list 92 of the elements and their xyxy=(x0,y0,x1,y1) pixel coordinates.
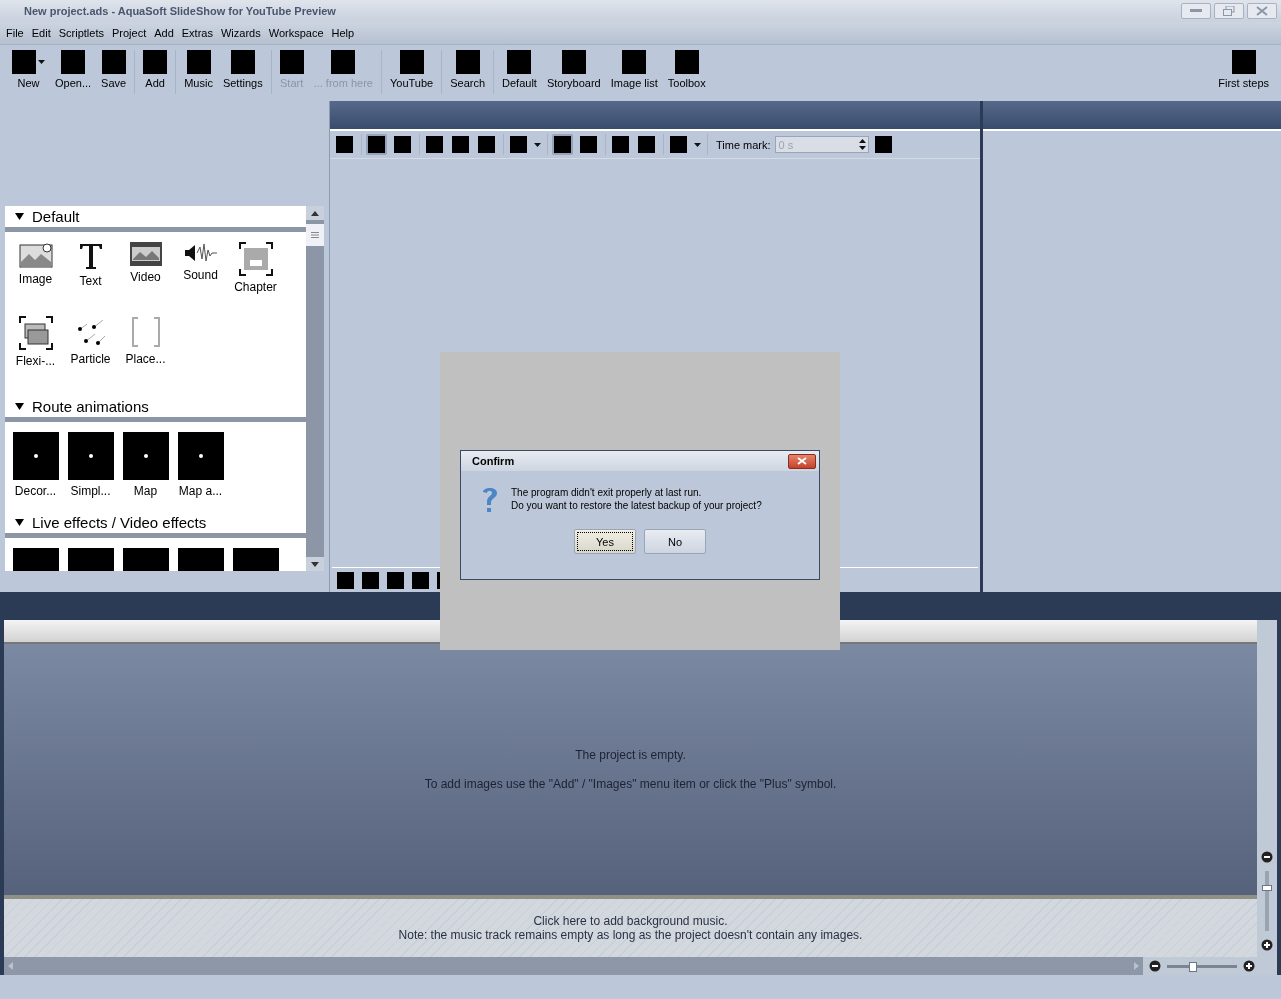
toolbar-button[interactable] xyxy=(410,569,431,591)
toolbar-button[interactable] xyxy=(424,134,445,155)
scroll-down-icon[interactable] xyxy=(311,561,319,567)
toolbar-button[interactable] xyxy=(366,134,387,155)
toolbar-button[interactable]: Default xyxy=(498,50,541,94)
toolbar-button[interactable] xyxy=(872,134,894,155)
section-header[interactable]: Route animations xyxy=(5,396,306,422)
toolbar-button[interactable] xyxy=(508,134,529,155)
section-header[interactable]: Live effects / Video effects xyxy=(5,512,306,538)
menu-item[interactable]: Project xyxy=(107,27,151,39)
toolbar-button[interactable]: Image list xyxy=(606,50,662,94)
toolbar-button[interactable] xyxy=(385,569,406,591)
restore-icon xyxy=(1223,6,1235,16)
zoom-in-icon[interactable] xyxy=(1243,960,1255,972)
toolbox-item[interactable]: Chapter xyxy=(228,242,283,316)
window-title: New project.ads - AquaSoft SlideShow for YouTube Preview xyxy=(24,5,336,17)
section-title: Route animations xyxy=(32,398,149,415)
toolbar-button[interactable]: Add xyxy=(139,50,172,94)
toolbar-button[interactable] xyxy=(578,134,599,155)
zoom-out-icon[interactable] xyxy=(1261,851,1273,863)
dialog-message: The program didn't exit properly at last run. xyxy=(511,487,703,498)
menu-item[interactable]: File xyxy=(2,27,28,39)
toolbar-button[interactable] xyxy=(636,134,657,155)
photo-collage-icon xyxy=(18,316,53,350)
close-icon xyxy=(797,457,807,465)
letter-t-icon xyxy=(77,242,104,270)
caret-icon xyxy=(694,142,701,147)
time-mark-label: Time mark: xyxy=(716,138,771,151)
toolbox-item[interactable]: Video xyxy=(118,242,173,316)
toolbox-item[interactable]: Flexi-... xyxy=(8,316,63,390)
menu-item[interactable]: Wizards xyxy=(216,27,265,39)
dialog-title: Confirm xyxy=(472,455,515,467)
close-icon xyxy=(1256,6,1268,16)
toolbar-button[interactable]: New xyxy=(8,50,49,94)
caret-icon xyxy=(38,60,45,64)
toolbox-item[interactable]: Text xyxy=(63,242,118,316)
menu-item[interactable]: Scriptlets xyxy=(54,27,108,39)
toolbar-button[interactable]: Toolbox xyxy=(663,50,710,94)
slider-thumb[interactable] xyxy=(1262,884,1272,891)
menu-item[interactable]: Add xyxy=(150,27,178,39)
slider-thumb[interactable] xyxy=(1189,961,1198,972)
toolbar-button[interactable]: Settings xyxy=(218,50,267,94)
close-button[interactable] xyxy=(788,453,816,469)
toolbar-button[interactable] xyxy=(610,134,631,155)
toolbox-item[interactable]: Particle xyxy=(63,316,118,390)
dialog-button[interactable]: Yes xyxy=(574,529,636,554)
toolbar-button[interactable] xyxy=(335,569,356,591)
scroll-up-icon[interactable] xyxy=(311,210,319,216)
toolbar-button[interactable]: Music xyxy=(180,50,217,94)
spinner-arrows-icon[interactable] xyxy=(858,138,866,151)
toolbar-button[interactable] xyxy=(334,134,355,155)
section-header[interactable]: Default xyxy=(5,206,306,232)
empty-brackets-icon xyxy=(129,316,162,348)
toolbox-item[interactable]: Sound xyxy=(173,242,228,316)
caret-icon xyxy=(534,142,541,147)
toolbar-button[interactable] xyxy=(476,134,497,155)
speaker-wave-icon xyxy=(183,242,218,264)
question-mark-icon xyxy=(481,485,499,515)
toolbox-item[interactable]: Place... xyxy=(118,316,173,390)
section-title: Default xyxy=(32,208,80,225)
minimize-icon xyxy=(1190,9,1202,13)
toolbar-button[interactable]: Storyboard xyxy=(542,50,605,94)
toolbar-button[interactable] xyxy=(360,569,381,591)
menu-item[interactable]: Workspace xyxy=(264,27,328,39)
dialog-button[interactable]: No xyxy=(644,529,706,554)
music-hint: Click here to add background music. xyxy=(533,914,728,928)
section-title: Live effects / Video effects xyxy=(32,514,207,531)
empty-message: To add images use the "Add" / "Images" menu item or click the "Plus" symbol. xyxy=(424,777,837,791)
music-hint: Note: the music track remains empty as long as the project doesn't contain any images. xyxy=(398,928,863,942)
music-track[interactable]: Click here to add background music. Note: the music track remains empty as long as the project doesn't contain any images. xyxy=(4,899,1257,957)
menu-item[interactable]: Extras xyxy=(177,27,217,39)
empty-message: The project is empty. xyxy=(575,748,686,762)
toolbox-item[interactable]: Image xyxy=(8,242,63,316)
zoom-in-icon[interactable] xyxy=(1261,939,1273,951)
toolbar-button[interactable]: Search xyxy=(446,50,490,94)
toolbar-button[interactable] xyxy=(450,134,471,155)
dialog-message: Do you want to restore the latest backup of your project? xyxy=(511,500,762,511)
landscape-picture-icon xyxy=(18,242,53,268)
grip-icon xyxy=(311,232,319,238)
scroll-thumb[interactable] xyxy=(306,224,324,246)
film-strip-icon xyxy=(129,242,162,266)
toolbar-button[interactable]: Open... xyxy=(51,50,96,94)
toolbar-button[interactable]: First steps xyxy=(1214,50,1273,94)
toolbar-button[interactable]: Save xyxy=(97,50,131,94)
zoom-out-icon[interactable] xyxy=(1149,960,1161,972)
menu-item[interactable]: Edit xyxy=(27,27,55,39)
toolbar-button[interactable] xyxy=(552,134,573,155)
toolbar-button[interactable]: YouTube xyxy=(385,50,438,94)
toolbar-button[interactable] xyxy=(668,134,689,155)
menu-item[interactable]: Help xyxy=(327,27,359,39)
chapter-frame-icon xyxy=(238,242,273,276)
toolbar-button[interactable] xyxy=(392,134,413,155)
